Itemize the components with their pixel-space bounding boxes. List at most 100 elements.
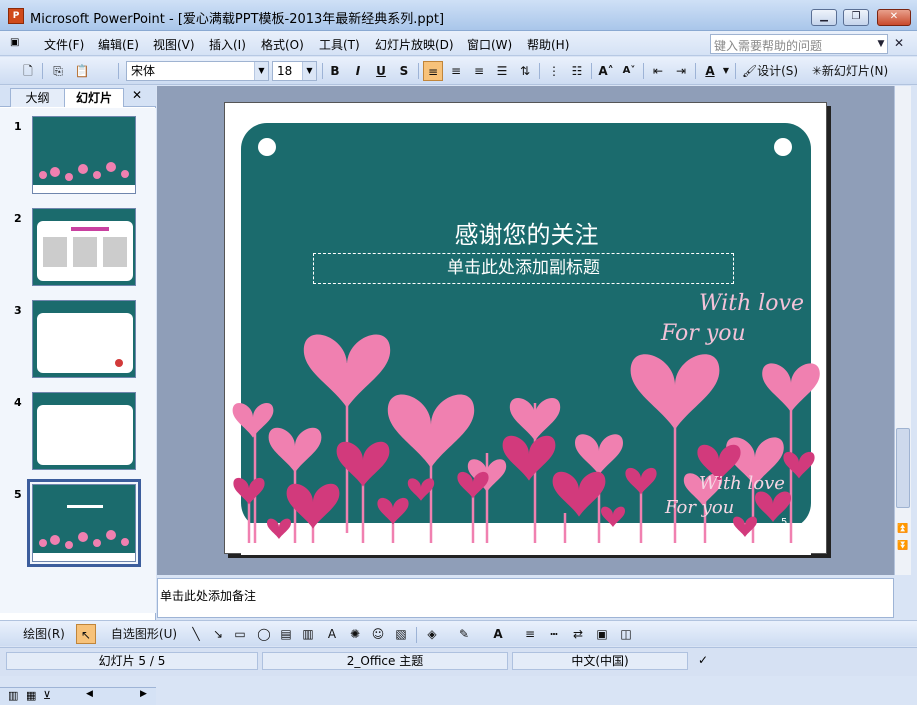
fill-color-icon[interactable]: ◈ — [422, 624, 442, 644]
bold-icon[interactable]: B — [325, 61, 345, 81]
align-center-icon[interactable]: ≡ — [446, 61, 466, 81]
subtitle-placeholder[interactable]: 单击此处添加副标题 — [313, 253, 734, 284]
clipart-icon[interactable]: ☺ — [368, 624, 388, 644]
font-size-value: 18 — [277, 64, 293, 78]
slide-thumbnail-2[interactable] — [32, 208, 136, 286]
menu-slideshow[interactable]: 幻灯片放映(D) — [375, 36, 454, 53]
tab-outline[interactable]: 大纲 — [10, 88, 65, 107]
menu-window[interactable]: 窗口(W) — [467, 36, 512, 53]
script-text-1-echo: With love — [699, 473, 785, 494]
numbering-icon[interactable]: ⋮ — [544, 61, 564, 81]
vertical-scrollbar[interactable]: ⏫ ⏬ — [894, 86, 911, 575]
decrease-indent-icon[interactable]: ⇤ — [648, 61, 668, 81]
align-left-icon[interactable]: ≡ — [423, 61, 443, 81]
slide-thumbnail-5[interactable] — [27, 479, 141, 567]
font-combo[interactable]: 宋体 ▼ — [126, 61, 269, 81]
status-theme: 2_Office 主题 — [262, 652, 508, 670]
rectangle-icon[interactable]: ▭ — [230, 624, 250, 644]
align-right-icon[interactable]: ≡ — [469, 61, 489, 81]
select-pointer-icon[interactable]: ↖ — [76, 624, 96, 644]
slide-thumbnail-4[interactable] — [32, 392, 136, 470]
textbox-icon[interactable]: ▤ — [276, 624, 296, 644]
new-slide-button[interactable]: ✳新幻灯片(N) — [805, 61, 895, 81]
3d-style-icon[interactable]: ◫ — [616, 624, 636, 644]
arrow-style-icon[interactable]: ⇄ — [568, 624, 588, 644]
new-slide-icon: ✳ — [811, 64, 822, 78]
menu-format[interactable]: 格式(O) — [261, 36, 304, 53]
picture-icon[interactable]: ▧ — [391, 624, 411, 644]
wordart-icon[interactable]: A — [322, 624, 342, 644]
hole-left — [258, 138, 276, 156]
chevron-down-icon[interactable]: ▼ — [874, 34, 888, 54]
script-text-2: For you — [661, 321, 746, 346]
copy-icon[interactable]: ⎘ — [48, 61, 68, 81]
minimize-button[interactable]: ▁ — [811, 9, 837, 26]
decrease-font-icon[interactable]: A˅ — [619, 61, 639, 81]
dash-style-icon[interactable]: ┅ — [544, 624, 564, 644]
sorter-view-icon[interactable]: ▦ — [26, 689, 36, 702]
increase-font-icon[interactable]: A˄ — [596, 61, 616, 81]
script-text-1: With love — [699, 291, 804, 316]
increase-indent-icon[interactable]: ⇥ — [671, 61, 691, 81]
slideshow-view-icon[interactable]: ⊻ — [43, 689, 51, 702]
menu-tools[interactable]: 工具(T) — [319, 36, 360, 53]
normal-view-icon[interactable]: ▥ — [8, 689, 18, 702]
page-number: 5 — [781, 517, 788, 528]
maximize-button[interactable]: ❐ — [843, 9, 869, 26]
font-color-icon[interactable]: A — [488, 624, 508, 644]
new-slide-label: 新幻灯片(N) — [821, 64, 889, 78]
italic-icon[interactable]: I — [348, 61, 368, 81]
vertical-textbox-icon[interactable]: ▥ — [298, 624, 318, 644]
vertical-text-icon[interactable]: ⇅ — [515, 61, 535, 81]
menu-file[interactable]: 文件(F) — [44, 36, 84, 53]
close-icon[interactable]: ✕ — [894, 36, 904, 50]
shadow-icon[interactable]: S — [394, 61, 414, 81]
slide-number: 2 — [14, 212, 22, 225]
new-icon[interactable]: 🗋 — [18, 61, 38, 81]
slide-canvas[interactable]: 感谢您的关注 单击此处添加副标题 With love For you With … — [224, 102, 828, 555]
bullets-icon[interactable]: ☷ — [567, 61, 587, 81]
formatting-toolbar: 🗋 ⎘ 📋 宋体 ▼ 18 ▼ B I U S ≡ ≡ ≡ ☰ ⇅ ⋮ ☷ A˄ A… — [0, 57, 917, 85]
close-icon[interactable]: ✕ — [132, 88, 142, 102]
tab-slides[interactable]: 幻灯片 — [64, 88, 124, 107]
doc-icon[interactable]: ▣ — [10, 37, 19, 48]
slide-number: 3 — [14, 304, 22, 317]
scroll-right-icon[interactable]: ▶ — [140, 689, 147, 699]
slide-thumbnail-1[interactable] — [32, 116, 136, 194]
chevron-down-icon[interactable]: ▼ — [721, 61, 731, 81]
underline-icon[interactable]: U — [371, 61, 391, 81]
distribute-icon[interactable]: ☰ — [492, 61, 512, 81]
oval-icon[interactable]: ◯ — [254, 624, 274, 644]
menu-edit[interactable]: 编辑(E) — [98, 36, 139, 53]
spellcheck-icon[interactable]: ✓ — [698, 653, 708, 667]
menu-bar: ▣ 文件(F) 编辑(E) 视图(V) 插入(I) 格式(O) 工具(T) 幻灯… — [0, 31, 917, 56]
shadow-style-icon[interactable]: ▣ — [592, 624, 612, 644]
diagram-icon[interactable]: ✺ — [345, 624, 365, 644]
menu-view[interactable]: 视图(V) — [153, 36, 195, 53]
slide-thumbnail-3[interactable] — [32, 300, 136, 378]
line-color-icon[interactable]: ✎ — [454, 624, 474, 644]
line-style-icon[interactable]: ≡ — [520, 624, 540, 644]
scroll-thumb[interactable] — [896, 428, 910, 508]
menu-help[interactable]: 帮助(H) — [527, 36, 569, 53]
next-slide-icon[interactable]: ⏬ — [897, 541, 908, 551]
design-label: 设计(S) — [757, 64, 799, 78]
notes-pane[interactable]: 单击此处添加备注 — [157, 578, 894, 618]
menu-insert[interactable]: 插入(I) — [209, 36, 246, 53]
prev-slide-icon[interactable]: ⏫ — [897, 524, 908, 534]
autoshapes-button[interactable]: 自选图形(U) — [104, 624, 184, 644]
font-color-icon[interactable]: A — [700, 61, 720, 81]
paste-icon[interactable]: 📋 — [72, 61, 92, 81]
chevron-down-icon[interactable]: ▼ — [302, 62, 316, 80]
draw-menu-button[interactable]: 绘图(R) — [14, 624, 74, 644]
design-button[interactable]: 🖌设计(S) — [740, 61, 800, 81]
thumbnail-list: 1 2 3 4 5 — [0, 108, 156, 613]
font-size-combo[interactable]: 18 ▼ — [272, 61, 317, 81]
line-icon[interactable]: ╲ — [186, 624, 206, 644]
arrow-icon[interactable]: ↘ — [208, 624, 228, 644]
slide-title[interactable]: 感谢您的关注 — [225, 215, 828, 250]
chevron-down-icon[interactable]: ▼ — [254, 62, 268, 80]
scroll-left-icon[interactable]: ◀ — [86, 689, 93, 699]
close-button[interactable]: ✕ — [877, 9, 911, 26]
help-search-input[interactable]: 键入需要帮助的问题 — [710, 34, 888, 54]
